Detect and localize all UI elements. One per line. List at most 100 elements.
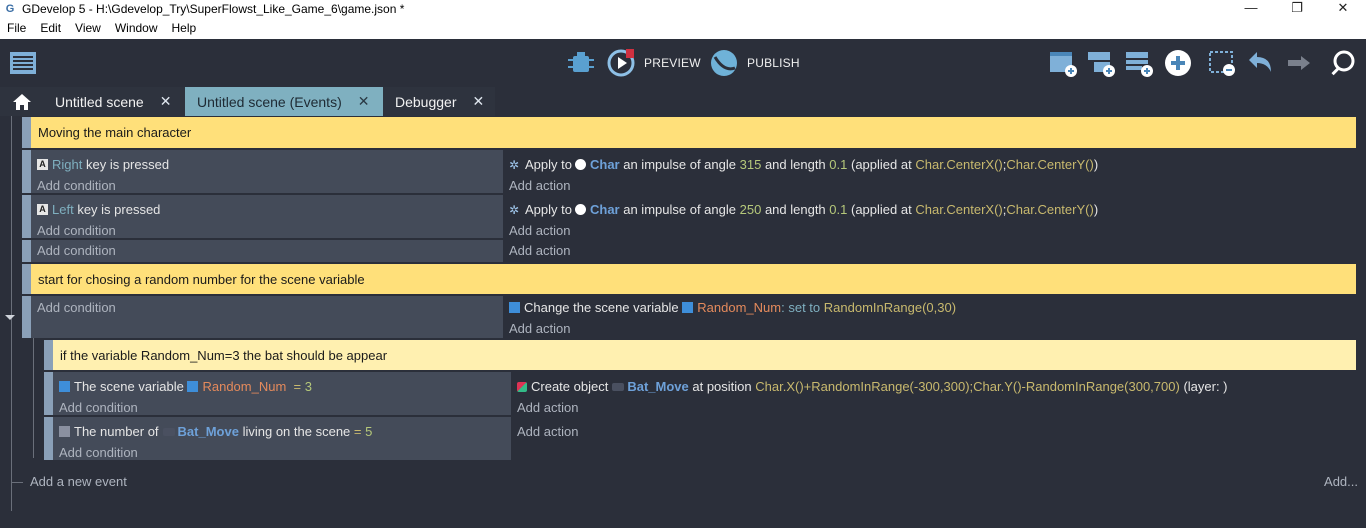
menu-file[interactable]: File [7, 21, 26, 35]
add-other-button[interactable] [1163, 47, 1193, 79]
redo-icon [1288, 56, 1310, 70]
event-handle[interactable] [22, 150, 31, 193]
action-apply-impulse[interactable]: ✲ Apply to Char an impulse of angle 315 … [509, 154, 1356, 175]
search-button[interactable] [1328, 47, 1358, 79]
event-handle[interactable] [44, 340, 53, 370]
add-condition-link[interactable]: Add condition [37, 297, 503, 318]
comment-text[interactable]: start for chosing a random number for th… [31, 264, 1356, 294]
physics-icon: ✲ [509, 157, 520, 172]
add-event-button[interactable] [1048, 47, 1078, 79]
sub-event[interactable]: The number of Bat_Move living on the sce… [44, 417, 1356, 460]
condition-text: The number of [74, 424, 159, 439]
close-tab-icon[interactable]: ✕ [473, 93, 485, 110]
action-apply-impulse[interactable]: ✲ Apply to Char an impulse of angle 250 … [509, 199, 1356, 220]
tab-untitled-scene-events[interactable]: Untitled scene (Events) ✕ [185, 87, 383, 116]
close-window-icon[interactable]: ✕ [1320, 0, 1366, 17]
standard-event[interactable]: A Left key is pressed Add condition ✲ Ap… [22, 195, 1356, 238]
event-handle[interactable] [22, 240, 31, 262]
close-tab-icon[interactable]: ✕ [160, 93, 172, 110]
add-condition-link[interactable]: Add condition [59, 397, 511, 418]
tab-debugger[interactable]: Debugger ✕ [383, 87, 495, 116]
add-comment-button[interactable] [1124, 47, 1154, 79]
key-name: Left [52, 202, 74, 217]
comment-text[interactable]: Moving the main character [31, 117, 1356, 148]
condition-text: key is pressed [85, 157, 170, 172]
redo-button[interactable] [1284, 47, 1314, 79]
menu-window[interactable]: Window [115, 21, 158, 35]
operator: = [293, 379, 302, 394]
add-more-link[interactable]: Add... [1324, 474, 1358, 489]
tab-home[interactable] [0, 87, 43, 116]
action-text: an impulse of angle [623, 157, 736, 172]
add-action-link[interactable]: Add action [517, 397, 1356, 418]
add-action-link[interactable]: Add action [509, 220, 1356, 241]
debugger-button[interactable] [566, 47, 596, 79]
event-handle[interactable] [22, 264, 31, 294]
collapse-arrow-icon[interactable] [5, 315, 15, 320]
add-action-link[interactable]: Add action [509, 318, 1356, 339]
event-handle[interactable] [44, 417, 53, 460]
standard-event[interactable]: Add condition Change the scene variable … [22, 296, 1356, 338]
action-text: (applied at [851, 157, 912, 172]
condition-text: key is pressed [77, 202, 161, 217]
add-condition-link[interactable]: Add condition [37, 220, 503, 241]
delete-selection-button[interactable] [1207, 47, 1237, 79]
sub-event[interactable]: The scene variable Random_Num = 3 Add co… [44, 372, 1356, 415]
comment-event[interactable]: Moving the main character [22, 117, 1356, 148]
action-create-object[interactable]: Create object Bat_Move at position Char.… [517, 376, 1356, 397]
undo-button[interactable] [1245, 47, 1275, 79]
minimize-icon[interactable]: — [1228, 0, 1274, 17]
variable-name: Random_Num [202, 379, 287, 394]
expression: Char.X()+RandomInRange(-300,300);Char.Y(… [755, 379, 1180, 394]
menu-help[interactable]: Help [172, 21, 197, 35]
condition-key-pressed[interactable]: A Right key is pressed [37, 154, 503, 175]
preview-button[interactable]: PREVIEW [606, 47, 701, 79]
length-value: 0.1 [829, 157, 848, 172]
main-toolbar: PREVIEW PUBLISH [0, 39, 1366, 87]
event-handle[interactable] [44, 372, 53, 415]
paren: ) [1093, 157, 1099, 172]
empty-event[interactable]: Add condition Add action [22, 240, 1356, 262]
standard-event[interactable]: A Right key is pressed Add condition ✲ A… [22, 150, 1356, 193]
action-change-scene-variable[interactable]: Change the scene variable Random_Num: se… [509, 297, 1356, 318]
comment-event[interactable]: if the variable Random_Num=3 the bat sho… [44, 340, 1356, 370]
tab-untitled-scene[interactable]: Untitled scene ✕ [43, 87, 185, 116]
menu-edit[interactable]: Edit [40, 21, 61, 35]
add-action-link[interactable]: Add action [517, 421, 1356, 442]
add-condition-link[interactable]: Add condition [37, 175, 503, 196]
keyboard-icon: A [37, 159, 48, 170]
actions-panel: Add action [511, 417, 1356, 460]
window-controls: — ❐ ✕ [1228, 0, 1366, 17]
close-tab-icon[interactable]: ✕ [358, 93, 370, 110]
menu-view[interactable]: View [75, 21, 101, 35]
event-handle[interactable] [22, 296, 31, 338]
scene-variable-icon [682, 302, 694, 313]
expression: Char.CenterY() [1006, 202, 1094, 217]
event-handle[interactable] [22, 117, 31, 148]
actions-panel: Change the scene variable Random_Num: se… [503, 296, 1356, 338]
action-text: and length [764, 202, 826, 217]
object-name: Char [589, 157, 620, 172]
add-action-link[interactable]: Add action [509, 240, 1356, 261]
add-condition-link[interactable]: Add condition [59, 442, 511, 463]
event-handle[interactable] [22, 195, 31, 238]
comment-text[interactable]: if the variable Random_Num=3 the bat sho… [53, 340, 1356, 370]
condition-scene-variable[interactable]: The scene variable Random_Num = 3 [59, 376, 511, 397]
add-new-event-link[interactable]: Add a new event [30, 474, 127, 489]
tab-label: Untitled scene [55, 93, 144, 110]
keyboard-icon: A [37, 204, 48, 215]
project-manager-button[interactable] [8, 47, 38, 79]
condition-object-count[interactable]: The number of Bat_Move living on the sce… [59, 421, 511, 442]
conditions-panel: The scene variable Random_Num = 3 Add co… [53, 372, 511, 415]
condition-key-pressed[interactable]: A Left key is pressed [37, 199, 503, 220]
add-condition-link[interactable]: Add condition [37, 240, 503, 261]
publish-icon [711, 50, 737, 76]
add-subevent-button[interactable] [1086, 47, 1116, 79]
add-action-link[interactable]: Add action [509, 175, 1356, 196]
publish-button[interactable]: PUBLISH [709, 47, 800, 79]
maximize-icon[interactable]: ❐ [1274, 0, 1320, 17]
project-manager-icon [10, 52, 36, 74]
window-title: GDevelop 5 - H:\Gdevelop_Try\SuperFlowst… [22, 1, 405, 16]
comment-event[interactable]: start for chosing a random number for th… [22, 264, 1356, 294]
conditions-panel: A Left key is pressed Add condition [31, 195, 503, 238]
